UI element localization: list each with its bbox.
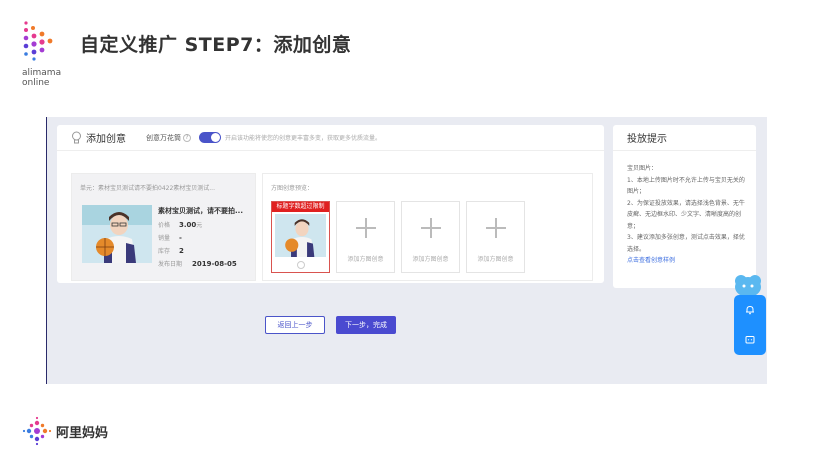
product-image: [82, 205, 152, 263]
date-label: 发布日期: [158, 261, 183, 268]
creative-image: [275, 214, 326, 257]
sales-row: 销量 -: [158, 231, 237, 244]
delete-icon[interactable]: [297, 261, 305, 269]
product-name: 素材宝贝测试，请不要拍...: [158, 207, 243, 215]
kaleidoscope-toggle[interactable]: [199, 132, 221, 143]
stock-value: 2: [179, 246, 184, 255]
add-creative-label: 添加方图创意: [347, 256, 384, 263]
delivery-tips-panel: 投放提示 宝贝图片： 1、本地上传图片时不允许上传与宝贝无关的图片； 2、为保证…: [613, 125, 756, 288]
bottom-logo-text: 阿里妈妈: [56, 425, 109, 441]
lightbulb-icon: [72, 131, 81, 144]
tips-title: 投放提示: [613, 125, 756, 151]
plus-icon: [421, 218, 441, 238]
next-complete-button[interactable]: 下一步，完成: [336, 316, 396, 334]
panel-title: 添加创意: [86, 134, 126, 145]
plus-icon: [356, 218, 376, 238]
unit-line: 单元：素材宝贝测试请不要拍0422素材宝贝测试...: [80, 185, 215, 192]
logo-text-line2: online: [22, 78, 50, 88]
preview-label: 方图创意预览：: [271, 185, 314, 192]
bell-icon: [746, 305, 754, 315]
chat-icon: [745, 336, 755, 344]
sales-value: -: [179, 233, 182, 242]
add-creative-label: 添加方图创意: [412, 256, 449, 263]
title-length-warning: 标题字数超过限制: [272, 202, 329, 212]
question-icon[interactable]: ?: [183, 133, 191, 142]
product-card: 单元：素材宝贝测试请不要拍0422素材宝贝测试... 素材宝贝测试，请不要拍..…: [71, 173, 256, 281]
tips-line-0: 宝贝图片：: [627, 165, 658, 172]
tips-line-1: 1、本地上传图片时不允许上传与宝贝无关的图片；: [627, 176, 745, 196]
alimama-mark-icon: [22, 416, 52, 446]
add-creative-slot-3[interactable]: 添加方图创意: [401, 201, 460, 273]
add-creative-slot-4[interactable]: 添加方图创意: [466, 201, 525, 273]
back-button[interactable]: 返回上一步: [265, 316, 325, 334]
stock-row: 库存 2: [158, 244, 237, 257]
square-creative-preview: 方图创意预览： 标题字数超过限制 添加方图创意 添加方图创意 添加方图创意: [262, 173, 593, 281]
alimama-logo-text: alimama online: [22, 68, 61, 88]
add-creative-panel: 添加创意 创意万花筒 ? 开启该功能将使您的创意更丰富多变，获取更多优质流量。 …: [57, 125, 604, 283]
alimama-bottom-logo: 阿里妈妈: [22, 416, 108, 446]
slide-title: 自定义推广 STEP7：添加创意: [80, 34, 352, 56]
price-label: 价格: [158, 222, 171, 229]
panel-header: 添加创意 创意万花筒 ? 开启该功能将使您的创意更丰富多变，获取更多优质流量。: [57, 125, 604, 151]
date-value: 2019-08-05: [192, 259, 237, 268]
logo-text-line1: alimama: [22, 68, 62, 78]
creative-slot-1[interactable]: 标题字数超过限制: [271, 201, 330, 273]
price-value: 3.00元: [179, 221, 203, 229]
kaleidoscope-hint: 开启该功能将使您的创意更丰富多变，获取更多优质流量。: [225, 135, 382, 142]
add-creative-slot-2[interactable]: 添加方图创意: [336, 201, 395, 273]
price-row: 价格 3.00元: [158, 218, 237, 231]
ui-screenshot: 添加创意 创意万花筒 ? 开启该功能将使您的创意更丰富多变，获取更多优质流量。 …: [46, 117, 767, 384]
tips-body: 宝贝图片： 1、本地上传图片时不允许上传与宝贝无关的图片； 2、为保证投放效果，…: [613, 151, 756, 267]
sales-label: 销量: [158, 235, 171, 242]
date-row: 发布日期 2019-08-05: [158, 257, 237, 270]
floating-toolbar: [734, 295, 766, 355]
chat-button[interactable]: [734, 325, 766, 355]
plus-icon: [486, 218, 506, 238]
stock-label: 库存: [158, 248, 171, 255]
tips-line-3: 3、建议添加多张创意，测试点击效果，择优选择。: [627, 234, 745, 253]
kaleidoscope-label: 创意万花筒: [146, 133, 181, 142]
bell-button[interactable]: [734, 295, 766, 325]
tips-line-2: 2、为保证投放效果，请选择浅色背景、无牛皮癣、无边框水印、少文字、清晰度高的创意…: [627, 199, 745, 230]
product-info: 价格 3.00元 销量 - 库存 2 发布日期 2019-08-05: [158, 218, 237, 270]
view-examples-link[interactable]: 点击查看创意样例: [627, 255, 746, 267]
add-creative-label: 添加方图创意: [477, 256, 514, 263]
